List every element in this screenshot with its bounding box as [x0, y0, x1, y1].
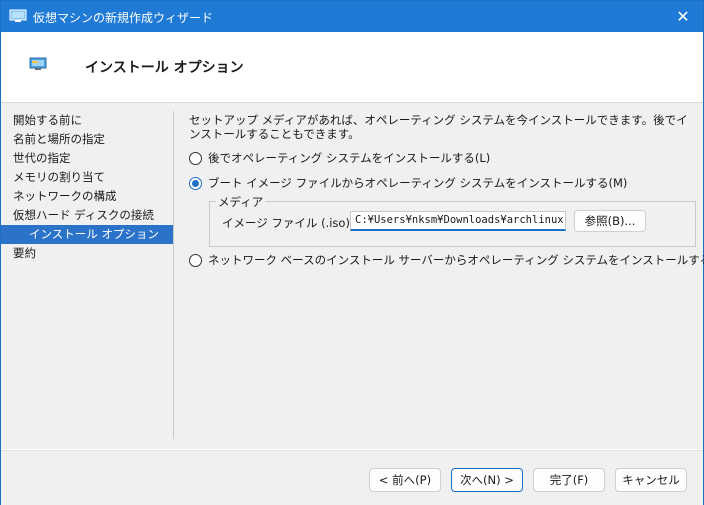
- browse-button[interactable]: 参照(B)...: [574, 210, 646, 232]
- close-button[interactable]: ✕: [663, 1, 703, 32]
- close-icon: ✕: [676, 7, 690, 26]
- option-install-from-image[interactable]: ブート イメージ ファイルからオペレーティング システムをインストールする(M): [189, 175, 627, 191]
- wizard-window: 仮想マシンの新規作成ウィザード ✕ インストール オプション 開始する前に 名前…: [0, 0, 704, 505]
- back-button[interactable]: < 前へ(P): [369, 468, 441, 492]
- radio-install-from-image[interactable]: [189, 176, 202, 190]
- vm-monitor-icon: [29, 57, 47, 70]
- nav-item-installation-options[interactable]: インストール オプション: [1, 225, 173, 244]
- nav-item-name-and-location[interactable]: 名前と場所の指定: [1, 130, 173, 149]
- option-install-from-network-label: ネットワーク ベースのインストール サーバーからオペレーティング システムをイン…: [208, 253, 704, 267]
- option-install-from-network[interactable]: ネットワーク ベースのインストール サーバーからオペレーティング システムをイン…: [189, 252, 704, 268]
- nav-item-generation[interactable]: 世代の指定: [1, 149, 173, 168]
- nav-item-memory[interactable]: メモリの割り当て: [1, 168, 173, 187]
- option-install-from-image-label: ブート イメージ ファイルからオペレーティング システムをインストールする(M): [208, 176, 628, 190]
- nav-item-networking[interactable]: ネットワークの構成: [1, 187, 173, 206]
- hyper-v-vm-icon: [9, 9, 27, 22]
- button-bar: < 前へ(P) 次へ(N) > 完了(F) キャンセル: [1, 450, 703, 505]
- description-text: セットアップ メディアがあれば、オペレーティング システムを今インストールできま…: [189, 113, 688, 141]
- option-install-later-label: 後でオペレーティング システムをインストールする(L): [208, 151, 491, 165]
- image-file-label: イメージ ファイル (.iso)(I):: [222, 216, 367, 230]
- nav-item-summary[interactable]: 要約: [1, 244, 173, 263]
- finish-button[interactable]: 完了(F): [533, 468, 605, 492]
- nav-divider: [173, 111, 174, 439]
- options-panel: セットアップ メディアがあれば、オペレーティング システムを今インストールできま…: [189, 113, 704, 267]
- next-button[interactable]: 次へ(N) >: [451, 468, 523, 492]
- option-install-later[interactable]: 後でオペレーティング システムをインストールする(L): [189, 150, 490, 166]
- radio-install-from-network[interactable]: [189, 253, 202, 267]
- wizard-steps-nav: 開始する前に 名前と場所の指定 世代の指定 メモリの割り当て ネットワークの構成…: [1, 111, 173, 263]
- page-title: インストール オプション: [85, 60, 244, 76]
- cancel-button[interactable]: キャンセル: [615, 468, 687, 492]
- nav-item-before-you-begin[interactable]: 開始する前に: [1, 111, 173, 130]
- page-header: インストール オプション: [1, 32, 703, 103]
- media-group-label: メディア: [216, 194, 266, 210]
- nav-item-virtual-hard-disk[interactable]: 仮想ハード ディスクの接続: [1, 206, 173, 225]
- content-area: 開始する前に 名前と場所の指定 世代の指定 メモリの割り当て ネットワークの構成…: [1, 103, 704, 449]
- radio-install-later[interactable]: [189, 151, 202, 165]
- title-bar[interactable]: 仮想マシンの新規作成ウィザード ✕: [1, 1, 703, 32]
- media-group: メディア イメージ ファイル (.iso)(I): C:¥Users¥nksm¥…: [209, 194, 696, 247]
- image-file-path-input[interactable]: C:¥Users¥nksm¥Downloads¥archlinux-20:: [350, 211, 566, 231]
- window-title: 仮想マシンの新規作成ウィザード: [33, 11, 214, 25]
